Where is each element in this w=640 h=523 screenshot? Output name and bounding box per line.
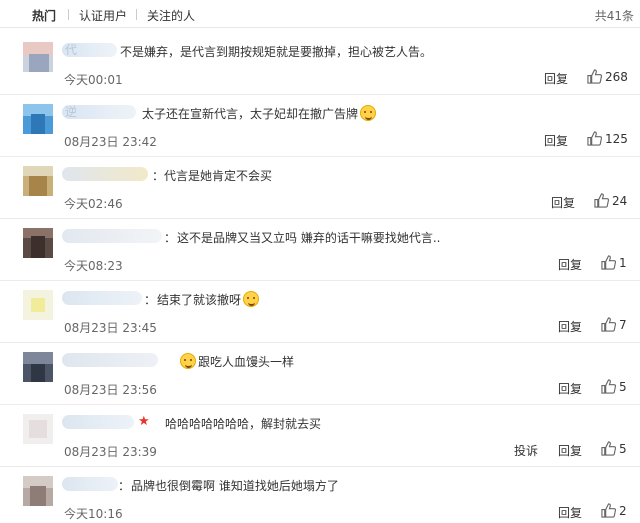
username-blurred[interactable] xyxy=(62,415,134,429)
comment-text-content: 跟吃人血馒头一样 xyxy=(198,355,295,369)
comment-time: 今天08:23 xyxy=(64,259,123,273)
like-count: 7 xyxy=(619,318,627,332)
username-blurred[interactable] xyxy=(62,167,148,181)
thumbs-up-icon xyxy=(601,441,616,456)
tab-divider xyxy=(136,9,137,20)
name-separator: ： xyxy=(152,169,165,183)
comment-item: ： 结束了就该撤呀 08月23日 23:45 回复 7 xyxy=(0,281,640,343)
thumbs-up-icon xyxy=(601,379,616,394)
comment-text: 哈哈哈哈哈哈哈，解封就去买 xyxy=(165,417,322,431)
avatar[interactable] xyxy=(23,414,53,444)
comment-item: ： 这不是品牌又当又立吗 嫌弃的话干嘛要找她代言.. 今天08:23 回复 1 xyxy=(0,219,640,281)
tab-verified-users[interactable]: 认证用户 xyxy=(79,7,127,24)
username-blurred[interactable] xyxy=(62,353,158,367)
comment-text: 跟吃人血馒头一样 xyxy=(178,353,294,370)
comment-item: 代 不是嫌弃，是代言到期按规矩就是要撤掉，担心被艺人告。 今天00:01 回复 … xyxy=(0,33,640,95)
report-button[interactable]: 投诉 xyxy=(514,442,538,459)
comment-item: ： 代言是她肯定不会买 今天02:46 回复 24 xyxy=(0,157,640,219)
avatar[interactable] xyxy=(23,228,53,258)
like-count: 268 xyxy=(605,70,628,84)
reply-button[interactable]: 回复 xyxy=(551,194,575,211)
like-count: 5 xyxy=(619,442,627,456)
comment-time: 今天10:16 xyxy=(64,507,123,521)
comment-text: 结束了就该撤呀 xyxy=(157,291,261,308)
name-separator: ： xyxy=(144,293,157,307)
comment-text-content: 太子还在宣新代言，太子妃却在撤广告牌 xyxy=(142,107,359,121)
avatar[interactable] xyxy=(23,290,53,320)
thumbs-up-icon xyxy=(594,193,609,208)
like-count: 5 xyxy=(619,380,627,394)
comment-item: ★ 哈哈哈哈哈哈哈，解封就去买 08月23日 23:39 投诉 回复 5 xyxy=(0,405,640,467)
comment-item: 跟吃人血馒头一样 08月23日 23:56 回复 5 xyxy=(0,343,640,405)
comment-total-count: 共41条 xyxy=(594,9,634,23)
thumbs-up-icon xyxy=(601,503,616,518)
reply-button[interactable]: 回复 xyxy=(558,380,582,397)
username-blurred[interactable]: 代 xyxy=(62,43,117,57)
comment-text: 品牌也很倒霉啊 谁知道找她后她塌方了 xyxy=(131,479,339,493)
tab-following[interactable]: 关注的人 xyxy=(147,7,195,24)
comment-text: 代言是她肯定不会买 xyxy=(164,169,273,183)
like-count: 1 xyxy=(619,256,627,270)
username-blurred[interactable]: 逆 xyxy=(62,105,136,119)
comment-time: 今天02:46 xyxy=(64,197,123,211)
comment-filter-tabs: 热门 认证用户 关注的人 共41条 xyxy=(0,0,640,28)
thumbs-up-icon xyxy=(601,255,616,270)
comment-text: 这不是品牌又当又立吗 嫌弃的话干嘛要找她代言.. xyxy=(177,231,441,245)
name-separator: ： xyxy=(164,231,177,245)
avatar[interactable] xyxy=(23,42,53,72)
name-separator: ： xyxy=(118,479,131,493)
comment-text: 不是嫌弃，是代言到期按规矩就是要撤掉，担心被艺人告。 xyxy=(120,45,433,59)
comment-time: 08月23日 23:56 xyxy=(64,383,157,397)
thumbs-up-icon xyxy=(587,131,602,146)
reply-button[interactable]: 回复 xyxy=(558,504,582,521)
avatar[interactable] xyxy=(23,104,53,134)
smiley-emoji-icon xyxy=(243,291,260,307)
star-icon: ★ xyxy=(138,414,150,429)
comment-time: 08月23日 23:39 xyxy=(64,445,157,459)
like-count: 24 xyxy=(612,194,628,208)
avatar[interactable] xyxy=(23,352,53,382)
comment-item: 逆 太子还在宣新代言，太子妃却在撤广告牌 08月23日 23:42 回复 125 xyxy=(0,95,640,157)
comment-time: 今天00:01 xyxy=(64,73,123,87)
tab-divider xyxy=(68,9,69,20)
reply-button[interactable]: 回复 xyxy=(558,442,582,459)
username-blurred[interactable] xyxy=(62,291,142,305)
username-blurred[interactable] xyxy=(62,477,118,491)
reply-button[interactable]: 回复 xyxy=(544,132,568,149)
comment-time: 08月23日 23:45 xyxy=(64,321,157,335)
avatar[interactable] xyxy=(23,476,53,506)
smiley-emoji-icon xyxy=(360,105,377,121)
comment-time: 08月23日 23:42 xyxy=(64,135,157,149)
reply-button[interactable]: 回复 xyxy=(558,256,582,273)
reply-button[interactable]: 回复 xyxy=(558,318,582,335)
thumbs-up-icon xyxy=(601,317,616,332)
like-count: 2 xyxy=(619,504,627,518)
avatar[interactable] xyxy=(23,166,53,196)
comment-text-content: 结束了就该撤呀 xyxy=(157,293,242,307)
username-blurred[interactable] xyxy=(62,229,162,243)
comment-text: 太子还在宣新代言，太子妃却在撤广告牌 xyxy=(142,105,378,122)
like-count: 125 xyxy=(605,132,628,146)
reply-button[interactable]: 回复 xyxy=(544,70,568,87)
smiley-emoji-icon xyxy=(180,353,196,369)
comment-item: ： 品牌也很倒霉啊 谁知道找她后她塌方了 今天10:16 回复 2 xyxy=(0,467,640,523)
tab-hot[interactable]: 热门 xyxy=(32,7,56,24)
thumbs-up-icon xyxy=(587,69,602,84)
